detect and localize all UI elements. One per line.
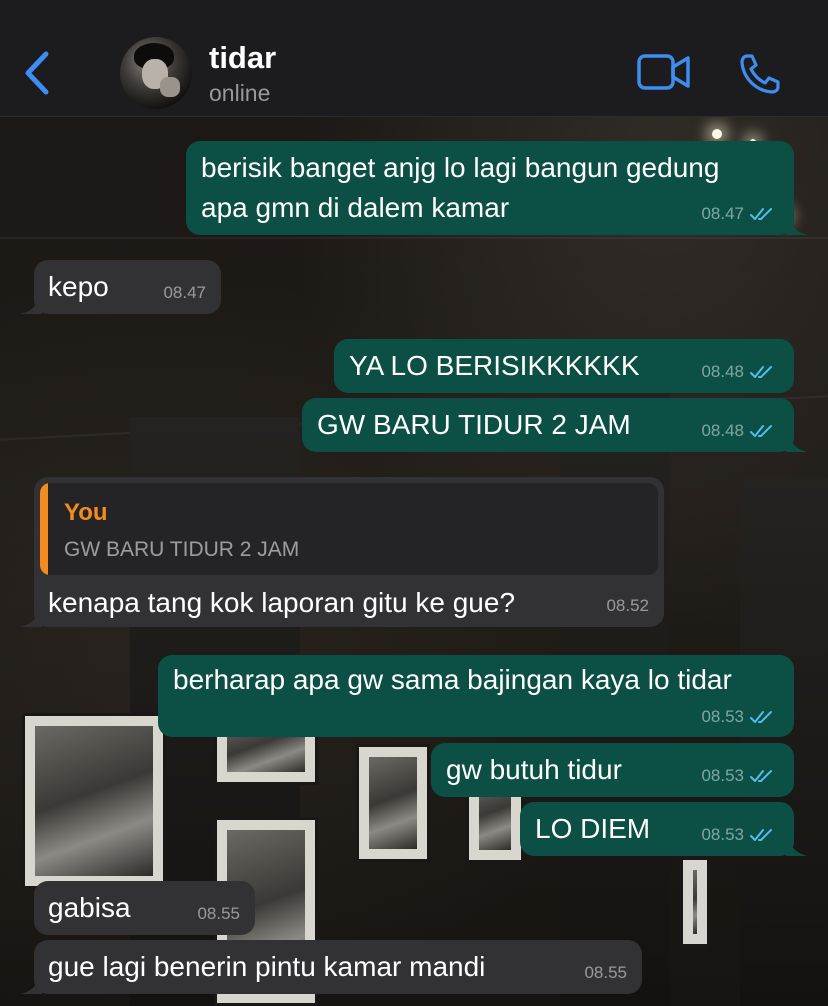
voice-call-button[interactable] [738,52,782,96]
bubble-tail [786,213,808,235]
message-bubble-outgoing[interactable]: berisik banget anjg lo lagi bangun gedun… [186,141,808,235]
message-meta: 08.55 [197,904,240,924]
message-meta: 08.47 [163,283,206,303]
message-text: gabisa [48,892,131,923]
message-time: 08.52 [606,596,649,615]
read-ticks-icon [750,366,772,378]
message-text: kenapa tang kok laporan gitu ke gue? [48,587,516,618]
message-meta: 08.48 [701,362,776,382]
message-meta: 08.53 [701,825,776,845]
message-time: 08.48 [701,362,744,381]
message-meta: 08.47 [701,204,776,224]
message-bubble-outgoing[interactable]: LO DIEM 08.53 [520,802,808,856]
message-time: 08.55 [584,963,627,982]
message-bubble-incoming-reply[interactable]: You GW BARU TIDUR 2 JAM kenapa tang kok … [20,477,664,627]
contact-name[interactable]: tidar [209,40,276,76]
message-time: 08.53 [701,825,744,844]
message-text: LO DIEM [535,813,651,844]
message-text: YA LO BERISIKKKKKK [349,350,640,381]
message-bubble-incoming[interactable]: kepo 08.47 [20,260,221,314]
read-ticks-icon [750,829,772,841]
bubble-tail [20,292,42,314]
video-call-button[interactable] [636,52,692,92]
message-meta: 08.53 [701,707,776,727]
bubble-tail [786,430,808,452]
message-time: 08.53 [701,707,744,726]
message-text: GW BARU TIDUR 2 JAM [317,409,631,440]
message-text: apa gmn di dalem kamar [201,192,510,223]
chat-header: tidar online [0,0,828,117]
message-time: 08.48 [701,421,744,440]
back-button[interactable] [18,50,58,96]
chevron-left-icon [25,51,49,95]
message-bubble-outgoing[interactable]: berharap apa gw sama bajingan kaya lo ti… [158,655,794,737]
message-bubble-outgoing[interactable]: GW BARU TIDUR 2 JAM 08.48 [302,398,808,452]
read-ticks-icon [750,208,772,220]
message-text: berisik banget anjg lo lagi bangun gedun… [201,152,720,183]
contact-avatar[interactable] [120,37,192,109]
read-ticks-icon [750,770,772,782]
message-time: 08.47 [163,283,206,302]
message-text: gw butuh tidur [446,754,622,785]
message-bubble-outgoing[interactable]: gw butuh tidur 08.53 [431,743,794,797]
quoted-text: GW BARU TIDUR 2 JAM [64,538,300,561]
quoted-sender: You [64,499,108,526]
message-bubble-incoming[interactable]: gabisa 08.55 [34,881,255,935]
read-ticks-icon [750,711,772,723]
message-text: berharap apa gw sama bajingan kaya lo ti… [173,664,732,695]
phone-icon [740,54,780,94]
message-meta: 08.53 [701,766,776,786]
video-call-icon [637,54,690,90]
message-bubble-outgoing[interactable]: YA LO BERISIKKKKKK 08.48 [334,339,794,393]
message-meta: 08.48 [701,421,776,441]
message-time: 08.53 [701,766,744,785]
bubble-tail [20,972,42,994]
message-bubble-incoming[interactable]: gue lagi benerin pintu kamar mandi 08.55 [20,940,642,994]
message-text: gue lagi benerin pintu kamar mandi [48,951,486,982]
message-text: kepo [48,271,109,302]
message-meta: 08.52 [606,596,649,616]
chat-screen: tidar online berisik banget anjg lo lagi… [0,0,828,1006]
contact-status: online [209,80,271,106]
quoted-message[interactable]: You GW BARU TIDUR 2 JAM [40,483,658,575]
bubble-tail [786,834,808,856]
message-time: 08.47 [701,204,744,223]
bubble-tail [20,605,42,627]
message-time: 08.55 [197,904,240,923]
read-ticks-icon [750,425,772,437]
message-meta: 08.55 [584,963,627,983]
